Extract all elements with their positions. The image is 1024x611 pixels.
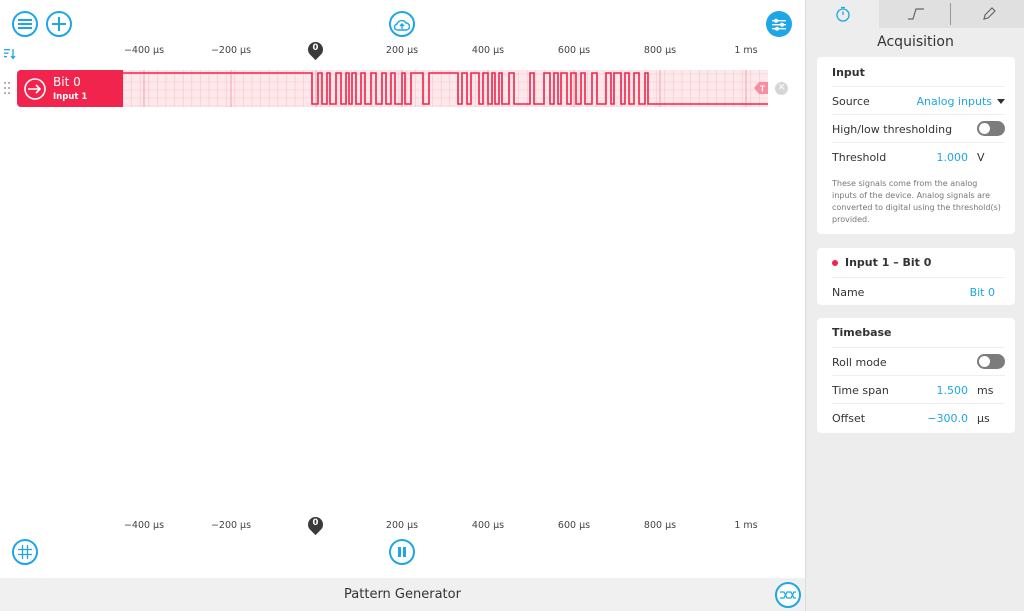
channel-card: Input 1 – Bit 0 Name Bit 0 <box>817 248 1015 305</box>
source-select[interactable]: Analog inputs <box>916 95 992 108</box>
axis-tick-label: −200 µs <box>210 45 252 56</box>
input-help-text: These signals come from the analog input… <box>832 179 1001 224</box>
time-axis-bottom: −400 µs −200 µs 0 200 µs 400 µs 600 µs 800 µs 1… <box>0 513 805 536</box>
axis-tick-label: 200 µs <box>385 520 419 531</box>
svg-text:T: T <box>760 85 765 94</box>
axis-tick-label: −400 µs <box>123 520 165 531</box>
stopwatch-icon <box>835 6 850 22</box>
menu-button[interactable] <box>12 11 38 37</box>
pattern-generator-button[interactable] <box>775 582 801 608</box>
offset-row[interactable]: Offset −300.0 µs <box>832 403 1005 431</box>
input-card: Input Source Analog inputs High/low thre… <box>817 57 1015 234</box>
tab-acquisition[interactable] <box>806 0 879 28</box>
pencil-icon <box>982 7 996 20</box>
axis-tick-label: −400 µs <box>123 45 165 56</box>
time-axis-top: −400 µs −200 µs 0 200 µs 400 µs 600 µs 800 µs 1… <box>0 38 805 61</box>
offset-unit: µs <box>977 412 990 425</box>
thresholding-row[interactable]: High/low thresholding <box>832 114 1005 142</box>
offset-input[interactable]: −300.0 <box>927 412 968 425</box>
axis-tick-label: 800 µs <box>643 520 677 531</box>
axis-tick-label: 800 µs <box>643 45 677 56</box>
offset-label: Offset <box>832 412 866 425</box>
axis-tick-label: 400 µs <box>471 520 505 531</box>
time-span-input[interactable]: 1.500 <box>937 384 969 397</box>
grid-icon <box>18 545 32 559</box>
channel-label[interactable]: Bit 0 Input 1 <box>17 70 123 107</box>
axis-tick-label: 1 ms <box>734 45 758 56</box>
main-view: −400 µs −200 µs 0 200 µs 400 µs 600 µs 800 µs 1… <box>0 0 805 578</box>
zero-time-marker[interactable]: 0 <box>304 38 327 61</box>
channel-source: Input 1 <box>53 92 88 102</box>
tab-divider <box>950 3 951 25</box>
tab-trigger[interactable] <box>879 0 952 28</box>
instrument-title: Pattern Generator <box>344 587 461 602</box>
input-card-header: Input <box>832 66 865 79</box>
roll-mode-toggle[interactable] <box>977 354 1005 369</box>
digital-signal-icon <box>780 591 796 599</box>
panel-title: Acquisition <box>877 34 954 50</box>
edge-trigger-icon <box>907 8 924 20</box>
axis-tick-label: 1 ms <box>734 520 758 531</box>
drag-handle-icon[interactable] <box>4 80 12 96</box>
sliders-icon <box>772 18 786 31</box>
cloud-upload-icon <box>394 19 410 31</box>
threshold-input[interactable]: 1.000 <box>937 151 969 164</box>
channel-name: Bit 0 <box>53 75 81 89</box>
trigger-marker-icon[interactable]: T <box>752 80 770 96</box>
time-span-label: Time span <box>832 384 889 397</box>
time-span-unit: ms <box>977 384 994 397</box>
threshold-label: Threshold <box>832 151 887 164</box>
channel-color-dot <box>832 260 838 266</box>
axis-tick-label: 200 µs <box>385 45 419 56</box>
axis-tick-label: −200 µs <box>210 520 252 531</box>
waveform-display[interactable] <box>123 70 768 107</box>
channel-card-header: Input 1 – Bit 0 <box>845 256 932 269</box>
axis-tick-label: 400 µs <box>471 45 505 56</box>
tab-measure[interactable] <box>952 0 1024 28</box>
source-label: Source <box>832 95 870 108</box>
source-row[interactable]: Source Analog inputs <box>832 86 1005 114</box>
roll-mode-row[interactable]: Roll mode <box>832 347 1005 375</box>
channel-name-input[interactable]: Bit 0 <box>970 286 995 299</box>
input-arrow-icon <box>24 78 46 100</box>
channel-name-row[interactable]: Name Bit 0 <box>832 277 1005 305</box>
axis-tick-label: 600 µs <box>557 520 591 531</box>
dropdown-caret-icon[interactable] <box>997 99 1005 104</box>
cloud-upload-button[interactable] <box>389 11 415 37</box>
time-span-row[interactable]: Time span 1.500 ms <box>832 375 1005 403</box>
digital-signal-trace <box>123 72 768 105</box>
channel-name-label: Name <box>832 286 865 299</box>
pause-button[interactable] <box>389 539 415 565</box>
thresholding-toggle[interactable] <box>977 121 1005 136</box>
thresholding-label: High/low thresholding <box>832 123 953 136</box>
threshold-row[interactable]: Threshold 1.000 V <box>832 142 1005 170</box>
channel-row[interactable]: Bit 0 Input 1 T ✕ <box>0 70 805 108</box>
status-bar: Pattern Generator <box>0 578 805 611</box>
timebase-card-header: Timebase <box>832 326 892 339</box>
zero-time-marker[interactable]: 0 <box>304 513 327 536</box>
roll-mode-label: Roll mode <box>832 356 887 369</box>
threshold-unit: V <box>977 151 985 164</box>
pause-icon <box>398 547 406 557</box>
hamburger-icon <box>18 19 32 29</box>
remove-channel-icon[interactable]: ✕ <box>775 82 788 95</box>
settings-sliders-button[interactable] <box>766 11 792 37</box>
sidebar: Acquisition Input Source Analog inputs H… <box>805 0 1024 611</box>
add-channel-button[interactable] <box>46 11 72 37</box>
plus-icon <box>52 17 66 31</box>
axis-tick-label: 600 µs <box>557 45 591 56</box>
grid-button[interactable] <box>12 539 38 565</box>
timebase-card: Timebase Roll mode Time span 1.500 ms Of… <box>817 318 1015 433</box>
